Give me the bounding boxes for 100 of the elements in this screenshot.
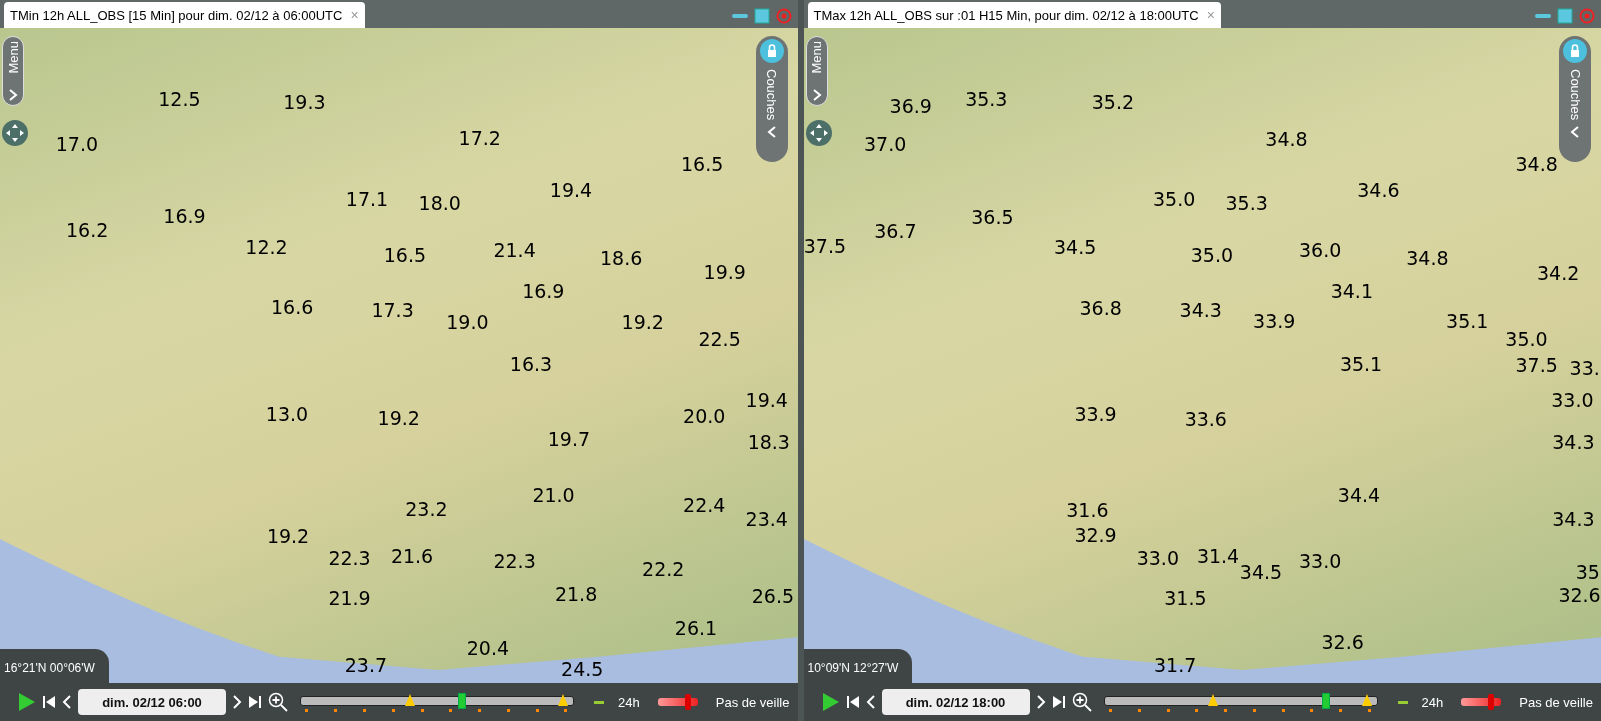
map-view[interactable] xyxy=(803,28,1601,683)
chevron-left-icon xyxy=(766,126,777,139)
minus-icon[interactable] xyxy=(1397,700,1408,704)
observation-value: 33.6 xyxy=(1184,407,1227,430)
hour-tick xyxy=(420,709,424,712)
observation-value: 19.4 xyxy=(745,388,788,411)
speed-thumb[interactable] xyxy=(684,694,691,710)
observation-value: 37.0 xyxy=(864,132,907,155)
hour-tick xyxy=(1195,709,1199,712)
zoom-in-icon[interactable] xyxy=(1071,692,1092,712)
observation-value: 35.2 xyxy=(1091,90,1135,113)
next-icon[interactable] xyxy=(1035,695,1046,709)
play-icon[interactable] xyxy=(18,692,36,712)
observation-value: 16.5 xyxy=(681,153,724,176)
observation-value: 36.7 xyxy=(874,219,917,242)
close-tab-icon[interactable]: × xyxy=(350,7,359,23)
pan-control-icon[interactable] xyxy=(805,120,832,146)
hour-tick xyxy=(1368,709,1371,712)
zoom-in-icon[interactable] xyxy=(268,692,288,712)
observation-value: 20.0 xyxy=(683,404,726,427)
observation-value: 34.5 xyxy=(1239,561,1283,584)
observation-value: 35.1 xyxy=(1446,309,1489,332)
close-tab-icon[interactable]: × xyxy=(1206,7,1215,23)
observation-value: 34.8 xyxy=(1515,153,1558,176)
observation-value: 23.4 xyxy=(745,508,788,531)
map-view[interactable] xyxy=(0,28,798,683)
skip-forward-icon[interactable] xyxy=(248,695,262,709)
hour-tick xyxy=(564,709,568,712)
observation-value: 31.4 xyxy=(1196,545,1240,568)
observation-value: 19.2 xyxy=(266,524,310,547)
observation-value: 24.5 xyxy=(561,657,604,680)
observation-value: 22.3 xyxy=(493,550,536,573)
maximize-icon[interactable] xyxy=(753,8,770,24)
observation-value: 22.2 xyxy=(642,558,685,581)
previous-icon[interactable] xyxy=(865,695,876,709)
observation-value: 35.0 xyxy=(1190,244,1234,267)
observation-value: 34.3 xyxy=(1179,299,1222,322)
pan-control-icon[interactable] xyxy=(2,120,28,146)
timeline-thumb[interactable] xyxy=(457,693,466,709)
observation-value: 21.6 xyxy=(390,545,434,568)
observation-value: 32.6 xyxy=(1321,631,1364,654)
minus-icon[interactable] xyxy=(594,700,605,704)
menu-handle[interactable]: Menu xyxy=(805,36,828,106)
next-icon[interactable] xyxy=(232,695,242,709)
observation-value: 33. xyxy=(1569,356,1600,379)
coordinates-label: 10°09'N 12°27'W xyxy=(803,649,913,683)
observation-value: 34.1 xyxy=(1330,280,1373,302)
observation-value: 33.0 xyxy=(1299,550,1342,573)
observation-value: 19.9 xyxy=(703,260,746,283)
observation-value: 20.4 xyxy=(466,637,510,660)
observation-value: 21.9 xyxy=(328,587,371,610)
skip-back-icon[interactable] xyxy=(845,695,860,709)
observation-value: 18.3 xyxy=(747,431,790,454)
observation-value: 36.8 xyxy=(1079,297,1122,320)
map-tab[interactable]: TMin 12h ALL_OBS [15 Min] pour dim. 02/12 à 06:00UTC × xyxy=(4,2,365,28)
minimize-icon[interactable] xyxy=(1535,13,1551,19)
observation-value: 16.3 xyxy=(509,352,553,375)
observation-value: 35 xyxy=(1575,561,1600,584)
observation-value: 32.6 xyxy=(1558,584,1601,606)
observation-value: 16.9 xyxy=(522,280,565,302)
timeline-thumb[interactable] xyxy=(1321,693,1330,709)
observation-value: 22.3 xyxy=(328,547,371,570)
play-icon[interactable] xyxy=(821,692,840,712)
hour-tick xyxy=(1224,709,1228,712)
skip-back-icon[interactable] xyxy=(42,695,56,709)
observation-value: 23.2 xyxy=(405,498,448,520)
minimize-icon[interactable] xyxy=(731,13,748,19)
speed-thumb[interactable] xyxy=(1488,694,1495,710)
observation-value: 26.1 xyxy=(674,616,718,639)
date-field[interactable]: dim. 02/12 18:00 xyxy=(881,689,1030,715)
hour-tick xyxy=(363,709,367,712)
skip-forward-icon[interactable] xyxy=(1051,695,1066,709)
observation-value: 19.4 xyxy=(549,178,593,201)
map-tab[interactable]: TMax 12h ALL_OBS sur :01 H15 Min, pour dim. 02/12 à 18:00UTC × xyxy=(807,2,1221,28)
observation-value: 36.9 xyxy=(889,94,932,117)
layers-handle[interactable]: Couches xyxy=(1559,36,1591,162)
hour-tick xyxy=(1339,709,1343,712)
previous-icon[interactable] xyxy=(62,695,72,709)
timeline-track[interactable] xyxy=(1103,691,1378,713)
coordinates-label: 16°21'N 00°06'W xyxy=(0,649,109,683)
tab-title: TMin 12h ALL_OBS [15 Min] pour dim. 02/12 à 06:00UTC xyxy=(10,7,343,23)
observation-value: 18.6 xyxy=(600,247,643,270)
observation-value: 21.4 xyxy=(493,239,536,262)
observation-value: 19.2 xyxy=(621,310,664,333)
hour-tick xyxy=(391,709,395,712)
observation-value: 34.5 xyxy=(1053,236,1097,258)
observation-value: 33.9 xyxy=(1074,402,1117,425)
observation-value: 22.5 xyxy=(698,328,741,351)
timeline-track[interactable] xyxy=(300,691,575,713)
observation-value: 12.5 xyxy=(158,87,201,110)
observation-value: 34.4 xyxy=(1337,483,1381,506)
observation-value: 35.3 xyxy=(1225,192,1268,214)
tab-title: TMax 12h ALL_OBS sur :01 H15 Min, pour dim. 02/12 à 18:00UTC xyxy=(813,7,1199,23)
observation-value: 26.5 xyxy=(751,585,795,607)
menu-handle[interactable]: Menu xyxy=(2,36,24,106)
menu-label: Menu xyxy=(5,41,21,74)
date-field[interactable]: dim. 02/12 06:00 xyxy=(78,689,226,715)
observation-value: 16.5 xyxy=(383,244,427,267)
observation-value: 34.3 xyxy=(1552,431,1595,454)
layers-handle[interactable]: Couches xyxy=(755,36,788,162)
